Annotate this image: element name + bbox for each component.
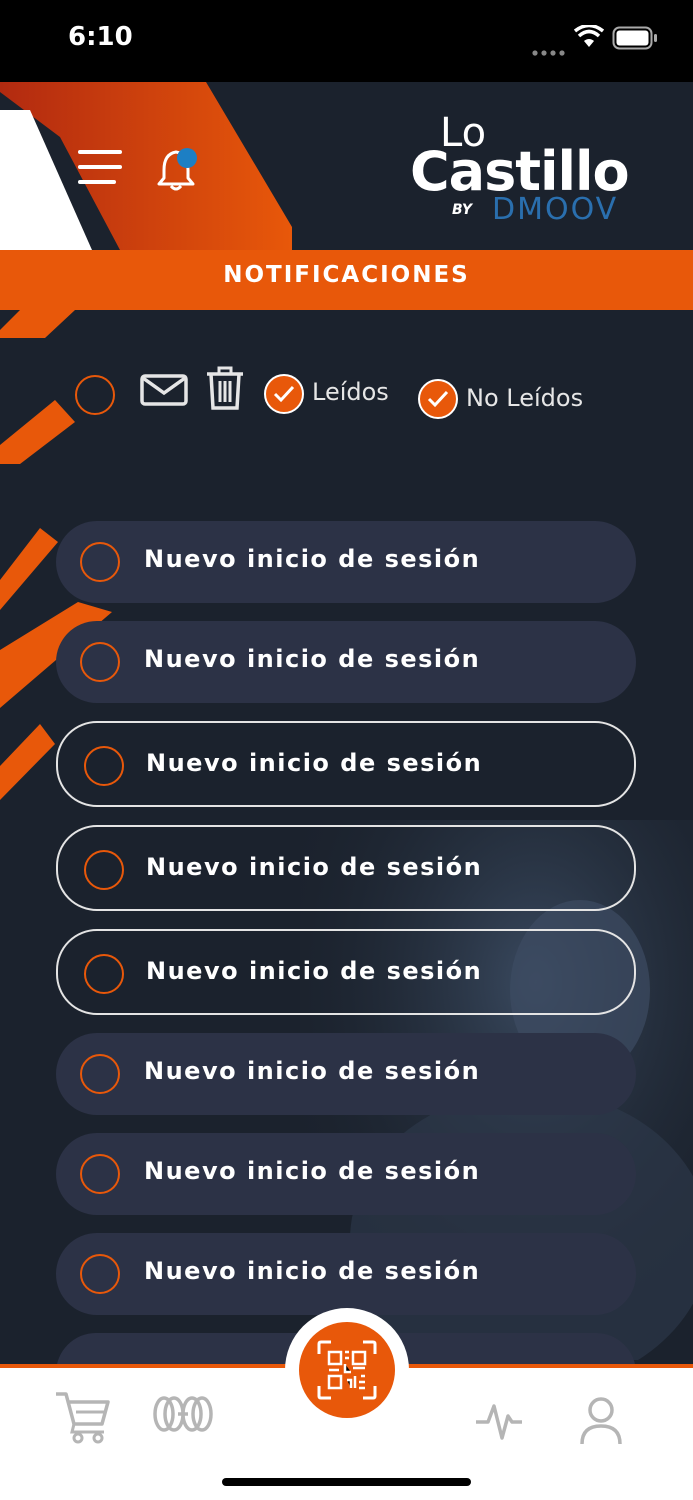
notification-checkbox[interactable] <box>80 1254 120 1294</box>
notification-title: Nuevo inicio de sesión <box>144 1257 481 1285</box>
check-icon <box>273 385 295 403</box>
notification-title: Nuevo inicio de sesión <box>146 853 483 881</box>
filter-unread-label: No Leídos <box>466 384 584 412</box>
notification-title: Nuevo inicio de sesión <box>146 957 483 985</box>
logo-brand: DMOOV <box>492 192 619 227</box>
notification-item[interactable]: Nuevo inicio de sesión <box>56 825 636 911</box>
qr-scan-button[interactable] <box>299 1322 395 1418</box>
notification-title: Nuevo inicio de sesión <box>144 645 481 673</box>
mark-read-icon[interactable] <box>140 374 188 410</box>
wifi-icon <box>573 23 605 53</box>
notification-checkbox[interactable] <box>84 850 124 890</box>
filter-read-checkbox[interactable] <box>264 374 304 414</box>
notification-title: Nuevo inicio de sesión <box>144 1057 481 1085</box>
weights-icon[interactable] <box>152 1394 214 1438</box>
notification-item[interactable]: Nuevo inicio de sesión <box>56 1133 636 1215</box>
logo-by: BY <box>452 202 473 218</box>
battery-icon <box>612 26 658 54</box>
signal-icon <box>532 42 566 61</box>
notification-item[interactable]: Nuevo inicio de sesión <box>56 1033 636 1115</box>
home-indicator <box>222 1478 471 1486</box>
notification-item[interactable]: Nuevo inicio de sesión <box>56 521 636 603</box>
notification-item[interactable]: Nuevo inicio de sesión <box>56 1233 636 1315</box>
notification-checkbox[interactable] <box>84 746 124 786</box>
qr-icon <box>317 1340 377 1400</box>
select-all-checkbox[interactable] <box>75 375 115 415</box>
bell-icon[interactable] <box>156 144 202 196</box>
notification-checkbox[interactable] <box>80 1154 120 1194</box>
check-icon <box>427 390 449 408</box>
notification-title: Nuevo inicio de sesión <box>144 1157 481 1185</box>
filter-unread-checkbox[interactable] <box>418 379 458 419</box>
notification-item[interactable]: Nuevo inicio de sesión <box>56 929 636 1015</box>
notification-item[interactable]: Nuevo inicio de sesión <box>56 621 636 703</box>
page-title: NOTIFICACIONES <box>223 262 470 288</box>
notification-title: Nuevo inicio de sesión <box>144 545 481 573</box>
menu-icon[interactable] <box>78 150 124 190</box>
notification-checkbox[interactable] <box>80 542 120 582</box>
delete-icon[interactable] <box>205 366 245 414</box>
cart-icon[interactable] <box>54 1390 112 1448</box>
notification-checkbox[interactable] <box>80 1054 120 1094</box>
notification-title: Nuevo inicio de sesión <box>146 749 483 777</box>
user-icon[interactable] <box>578 1396 624 1450</box>
notification-checkbox[interactable] <box>80 642 120 682</box>
filter-read-label: Leídos <box>312 378 389 406</box>
notification-checkbox[interactable] <box>84 954 124 994</box>
activity-icon[interactable] <box>474 1396 524 1446</box>
status-time: 6:10 <box>68 22 133 52</box>
notification-item[interactable]: Nuevo inicio de sesión <box>56 721 636 807</box>
